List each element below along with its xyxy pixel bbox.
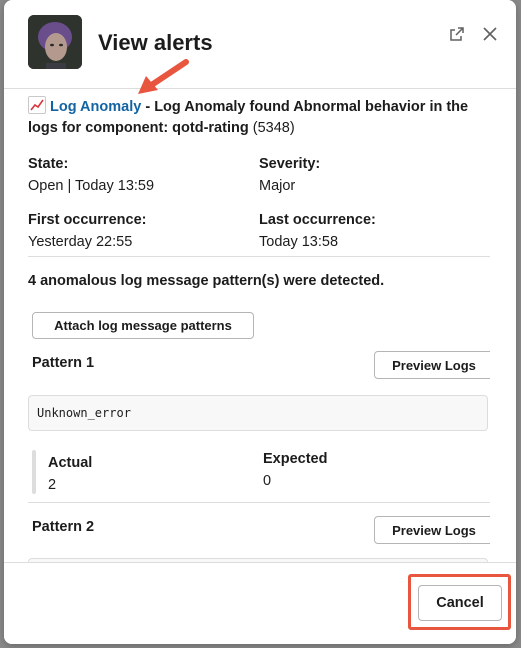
expected-value: 0 xyxy=(263,473,272,489)
alert-separator: - xyxy=(141,99,155,115)
pattern-1-title: Pattern 1 xyxy=(32,355,95,371)
patterns-summary: 4 anomalous log message pattern(s) were … xyxy=(28,273,385,289)
first-occurrence-label: First occurrence: xyxy=(28,212,147,228)
severity-value: Major xyxy=(259,178,296,194)
state-value: Open | Today 13:59 xyxy=(28,178,155,194)
view-alerts-modal: View alerts Log Anomaly - Log Anomaly fo… xyxy=(4,0,516,644)
last-occurrence-value: Today 13:58 xyxy=(259,234,339,250)
pattern-1-preview-logs-button[interactable]: Preview Logs xyxy=(374,351,490,379)
severity-label: Severity: xyxy=(259,156,321,172)
pattern-2-title: Pattern 2 xyxy=(32,519,95,535)
first-occurrence-value: Yesterday 22:55 xyxy=(28,234,133,250)
log-anomaly-link[interactable]: Log Anomaly xyxy=(50,99,141,115)
close-icon[interactable] xyxy=(480,24,500,44)
pattern-1-code: Unknown_error xyxy=(37,406,131,420)
cancel-button[interactable]: Cancel xyxy=(418,585,502,621)
chart-increasing-icon xyxy=(28,96,46,114)
modal-header: View alerts xyxy=(4,0,516,89)
pattern-1-code-block: Unknown_error xyxy=(28,395,488,431)
actual-value: 2 xyxy=(48,477,57,493)
last-occurrence-label: Last occurrence: xyxy=(259,212,376,228)
attach-log-patterns-button[interactable]: Attach log message patterns xyxy=(32,312,254,339)
modal-title: View alerts xyxy=(98,30,213,55)
divider xyxy=(28,256,490,257)
modal-content: Log Anomaly - Log Anomaly found Abnormal… xyxy=(28,88,490,562)
state-label: State: xyxy=(28,156,69,172)
quote-bar xyxy=(32,450,36,494)
divider xyxy=(28,502,490,503)
expected-label: Expected xyxy=(263,451,328,467)
actual-label: Actual xyxy=(48,455,93,471)
pattern-2-preview-logs-button[interactable]: Preview Logs xyxy=(374,516,490,544)
modal-footer: Cancel xyxy=(4,562,516,644)
avatar xyxy=(28,15,82,69)
alert-count: (5348) xyxy=(252,120,295,136)
open-in-new-window-icon[interactable] xyxy=(447,24,467,44)
alert-summary: Log Anomaly - Log Anomaly found Abnormal… xyxy=(28,96,490,139)
